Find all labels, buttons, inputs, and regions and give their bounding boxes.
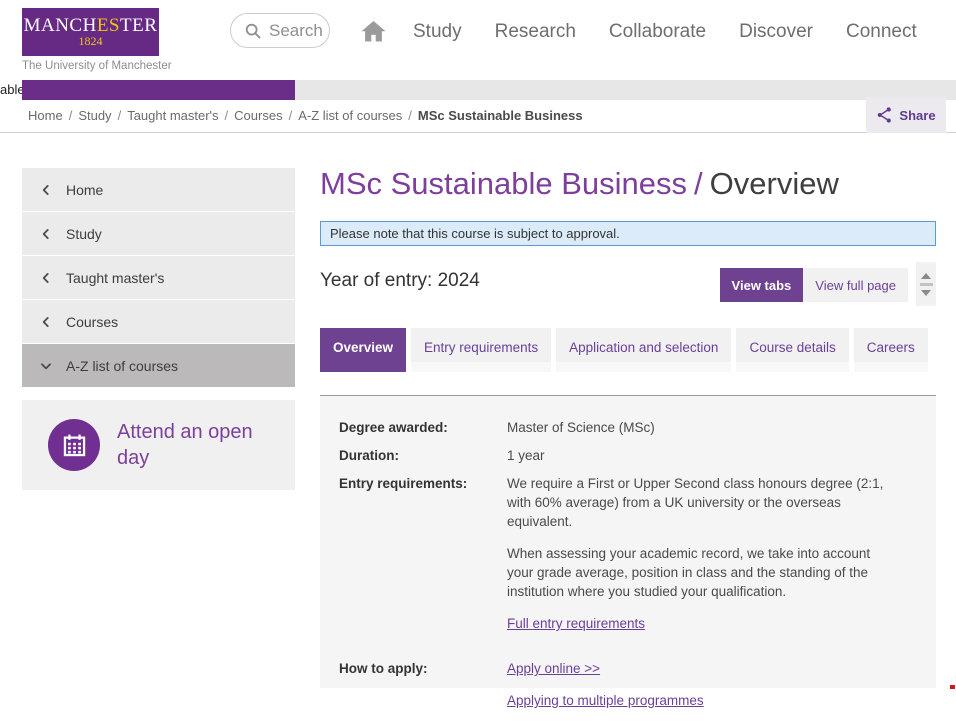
nav-item-collaborate[interactable]: Collaborate [609, 21, 706, 43]
sidebar-item-home[interactable]: Home [22, 168, 295, 211]
view-full-page-button[interactable]: View full page [803, 268, 908, 302]
sidebar-item-courses[interactable]: Courses [22, 300, 295, 343]
detail-paragraph: When assessing your academic record, we … [507, 544, 887, 601]
chevron-down-icon [39, 359, 53, 373]
course-tabs: OverviewEntry requirementsApplication an… [320, 328, 936, 372]
nav-item-study[interactable]: Study [413, 21, 462, 43]
clipped-text: able [0, 82, 25, 97]
year-of-entry-label: Year of entry: 2024 [320, 270, 480, 292]
tab-application-and-selection[interactable]: Application and selection [556, 328, 731, 372]
main-content: MSc Sustainable Business/Overview Please… [320, 163, 936, 688]
breadcrumb-separator: / [225, 108, 229, 123]
breadcrumb-current: MSc Sustainable Business [418, 108, 583, 123]
breadcrumb-bar: Home / Study / Taught master's / Courses / A-Z l… [0, 100, 956, 133]
detail-row-duration: Duration:1 year [339, 446, 917, 465]
logo-tagline: The University of Manchester [22, 60, 172, 72]
share-label: Share [899, 108, 935, 123]
logo-crest: MANCHESTER 1824 [22, 8, 159, 56]
university-logo[interactable]: MANCHESTER 1824 The University of Manche… [22, 8, 172, 72]
sidebar-item-a-z-list-of-courses[interactable]: A-Z list of courses [22, 344, 295, 387]
tab-entry-requirements[interactable]: Entry requirements [411, 328, 551, 372]
year-of-entry-row: Year of entry: 2024 View tabs View full … [320, 262, 936, 306]
nav-item-discover[interactable]: Discover [739, 21, 813, 43]
stepper-handle[interactable] [920, 283, 933, 286]
breadcrumb-link-taught-master-s[interactable]: Taught master's [127, 108, 218, 123]
strip-purple-bar [22, 80, 295, 100]
sidebar-item-taught-master-s[interactable]: Taught master's [22, 256, 295, 299]
sidebar-item-study[interactable]: Study [22, 212, 295, 255]
detail-value: Master of Science (MSc) [507, 418, 655, 437]
site-header: MANCHESTER 1824 The University of Manche… [0, 0, 956, 80]
nav-item-research[interactable]: Research [495, 21, 576, 43]
detail-text: 1 year [507, 446, 545, 465]
breadcrumb-link-courses[interactable]: Courses [234, 108, 282, 123]
page-title: MSc Sustainable Business/Overview [320, 163, 936, 205]
detail-label: Duration: [339, 446, 507, 465]
tab-careers[interactable]: Careers [854, 328, 928, 372]
detail-link-full-entry-requirements[interactable]: Full entry requirements [507, 614, 645, 633]
sidebar: Home Study Taught master's Courses A-Z list … [22, 168, 295, 490]
breadcrumb-separator: / [289, 108, 293, 123]
calendar-icon [48, 419, 100, 471]
sidebar-items: Home Study Taught master's Courses A-Z list … [22, 168, 295, 387]
detail-row-degree-awarded: Degree awarded:Master of Science (MSc) [339, 418, 917, 437]
breadcrumb-link-home[interactable]: Home [28, 108, 63, 123]
sidebar-item-label: Taught master's [66, 270, 164, 286]
breadcrumb: Home / Study / Taught master's / Courses / A-Z l… [28, 108, 583, 123]
section-name: Overview [710, 166, 839, 201]
chevron-left-icon [39, 183, 53, 197]
home-icon[interactable] [361, 21, 386, 47]
detail-text: Master of Science (MSc) [507, 418, 655, 437]
detail-label: Entry requirements: [339, 474, 507, 650]
detail-row-entry-requirements: Entry requirements:We require a First or… [339, 474, 917, 650]
sidebar-item-label: Home [66, 182, 103, 198]
view-toggle-group: View tabs View full page [720, 262, 936, 306]
chevron-left-icon [39, 315, 53, 329]
title-separator: / [694, 166, 703, 201]
breadcrumb-separator: / [69, 108, 73, 123]
detail-label: How to apply: [339, 659, 507, 723]
breadcrumb-link-a-z-list-of-courses[interactable]: A-Z list of courses [298, 108, 402, 123]
header-nav: Study Research Collaborate Discover Connect [413, 21, 917, 43]
logo-wordmark: MANCHESTER [24, 16, 158, 35]
search-box[interactable]: Search [230, 13, 330, 48]
detail-row-how-to-apply: How to apply:Apply online >> Applying to … [339, 659, 917, 723]
tab-course-details[interactable]: Course details [736, 328, 848, 372]
search-label: Search [269, 21, 323, 41]
open-day-label: Attend an open day [117, 419, 269, 471]
sidebar-item-label: Study [66, 226, 102, 242]
sidebar-item-label: Courses [66, 314, 118, 330]
logo-year: 1824 [79, 35, 103, 49]
share-button[interactable]: Share [866, 97, 946, 133]
open-day-link[interactable]: Attend an open day [22, 400, 295, 490]
course-name: MSc Sustainable Business [320, 166, 687, 201]
scroll-stepper [916, 262, 936, 306]
breadcrumb-separator: / [408, 108, 412, 123]
detail-link-apply-online[interactable]: Apply online >> [507, 659, 600, 678]
sidebar-item-label: A-Z list of courses [66, 358, 178, 374]
stepper-down-icon[interactable] [921, 290, 931, 296]
tab-overview[interactable]: Overview [320, 328, 406, 372]
detail-value: 1 year [507, 446, 545, 465]
breadcrumb-link-study[interactable]: Study [78, 108, 111, 123]
share-icon [876, 106, 893, 124]
stepper-up-icon[interactable] [921, 273, 931, 279]
breadcrumb-separator: / [118, 108, 122, 123]
detail-value: Apply online >> Applying to multiple prog… [507, 659, 704, 723]
detail-label: Degree awarded: [339, 418, 507, 437]
approval-notice: Please note that this course is subject … [320, 221, 936, 246]
detail-paragraph: We require a First or Upper Second class… [507, 474, 887, 531]
view-tabs-button[interactable]: View tabs [720, 268, 804, 302]
course-details-panel: Degree awarded:Master of Science (MSc)Du… [320, 395, 936, 688]
artifact-red-dot [950, 685, 955, 689]
detail-value: We require a First or Upper Second class… [507, 474, 887, 650]
scroll-strip: able [0, 80, 956, 100]
nav-item-connect[interactable]: Connect [846, 21, 917, 43]
chevron-left-icon [39, 271, 53, 285]
search-icon [244, 22, 262, 40]
detail-link-applying-to-multiple-programmes[interactable]: Applying to multiple programmes [507, 691, 704, 710]
chevron-left-icon [39, 227, 53, 241]
